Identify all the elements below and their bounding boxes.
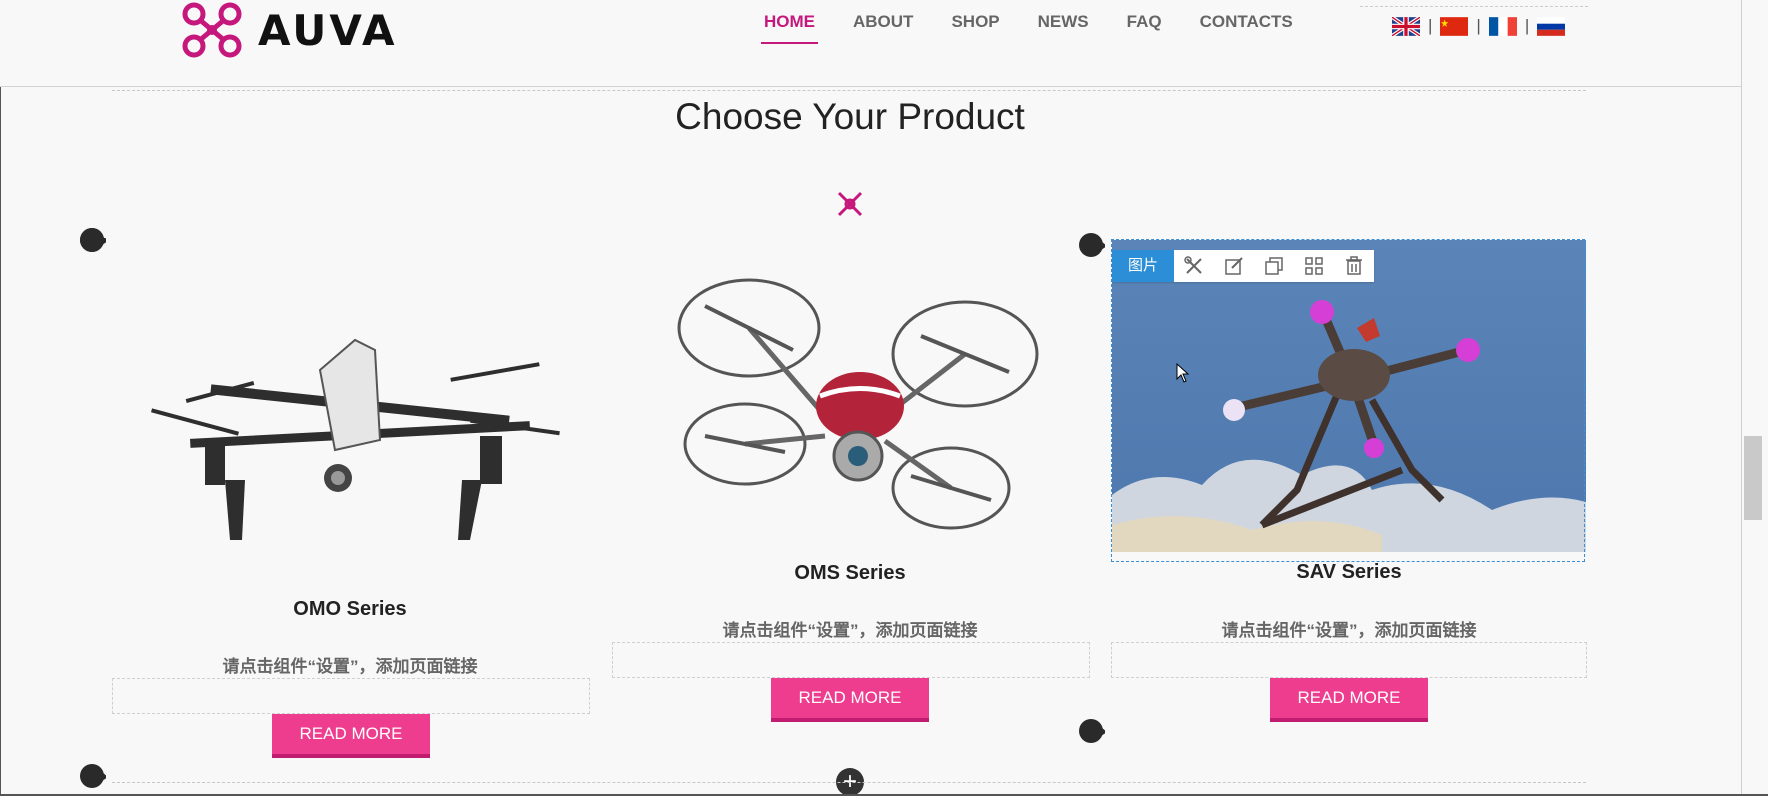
site-logo[interactable]: AUVA: [180, 0, 397, 60]
scrollbar-thumb[interactable]: [1744, 436, 1762, 520]
image-edit-toolbar: 图片: [1112, 250, 1375, 282]
nav-shop[interactable]: SHOP: [951, 12, 999, 44]
drag-handle-icon[interactable]: [1077, 231, 1105, 259]
tools-icon[interactable]: [1174, 250, 1214, 282]
read-more-button-sav[interactable]: READ MORE: [1270, 678, 1428, 722]
link-placeholder-omo[interactable]: [112, 678, 590, 714]
link-placeholder-oms[interactable]: [612, 642, 1090, 678]
product-title-sav: SAV Series: [1296, 561, 1402, 583]
language-separator: |: [1428, 16, 1433, 35]
nav-news[interactable]: NEWS: [1038, 12, 1089, 44]
nav-home[interactable]: HOME: [761, 12, 818, 44]
selected-image-outline: [1111, 239, 1585, 562]
flag-uk-icon[interactable]: [1392, 16, 1420, 36]
section-bottom-border: [112, 782, 1586, 783]
edit-icon[interactable]: [1214, 250, 1254, 282]
nav-faq[interactable]: FAQ: [1127, 12, 1162, 44]
logo-text: AUVA: [258, 5, 398, 55]
trash-icon[interactable]: [1334, 250, 1374, 282]
oms-drone-image[interactable]: [675, 266, 1041, 542]
language-separator: |: [1524, 16, 1530, 35]
drone-logo-icon: [182, 2, 242, 58]
product-description-sav: 请点击组件“设置”，添加页面链接: [1221, 621, 1477, 640]
product-description-omo: 请点击组件“设置”，添加页面链接: [222, 657, 478, 676]
read-more-button-omo[interactable]: READ MORE: [272, 714, 430, 758]
nav-about[interactable]: ABOUT: [853, 12, 913, 44]
grid-icon[interactable]: [1294, 250, 1334, 282]
toolbar-label: 图片: [1112, 250, 1175, 282]
mouse-cursor-icon: [1176, 363, 1190, 383]
drone-divider-icon: [837, 191, 863, 217]
page-right-edge: [1741, 0, 1742, 796]
nav-contacts[interactable]: CONTACTS: [1200, 12, 1293, 44]
product-description-oms: 请点击组件“设置”，添加页面链接: [722, 621, 978, 640]
product-title-omo: OMO Series: [293, 598, 407, 620]
flag-france-icon[interactable]: [1488, 16, 1517, 36]
site-header: AUVA HOME ABOUT SHOP NEWS FAQ CONTACTS |…: [0, 0, 1741, 87]
product-title-oms: OMS Series: [794, 562, 906, 584]
drag-handle-icon[interactable]: [1077, 717, 1105, 745]
main-nav: HOME ABOUT SHOP NEWS FAQ CONTACTS: [761, 12, 1331, 44]
section-top-border: [112, 90, 1586, 91]
language-switcher: | | |: [1392, 16, 1566, 36]
language-separator: |: [1476, 16, 1481, 35]
flag-china-icon[interactable]: [1440, 16, 1469, 36]
copy-icon[interactable]: [1254, 250, 1294, 282]
read-more-button-oms[interactable]: READ MORE: [771, 678, 929, 722]
link-placeholder-sav[interactable]: [1111, 642, 1587, 678]
section-title: Choose Your Product: [675, 96, 1025, 137]
drag-handle-icon[interactable]: [78, 762, 106, 790]
drag-handle-icon[interactable]: [78, 226, 106, 254]
omo-drone-image[interactable]: [150, 330, 562, 550]
flag-russia-icon[interactable]: [1537, 16, 1566, 36]
